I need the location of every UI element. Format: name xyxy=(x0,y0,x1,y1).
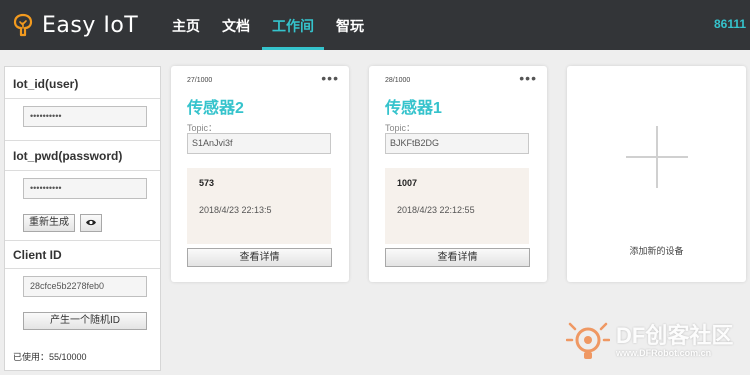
iot-id-label: Iot_id(user) xyxy=(13,77,79,91)
iot-id-field[interactable]: •••••••••• xyxy=(23,106,147,127)
device-card: 28/1000 ••• 传感器1 Topic： BJKFtB2DG 1007 2… xyxy=(369,66,547,282)
watermark-brand: DF创客社区 xyxy=(616,323,734,348)
iot-pwd-label: Iot_pwd(password) xyxy=(13,149,123,163)
watermark-url: www.DFRobot.com.cn xyxy=(616,348,712,358)
device-name: 传感器2 xyxy=(187,100,244,117)
main-nav: 主页 文档 工作间 智玩 xyxy=(172,0,386,50)
latest-data-panel: 573 2018/4/23 22:13:5 xyxy=(187,168,331,244)
message-count: 28/1000 xyxy=(385,77,411,84)
add-device-card[interactable]: 添加新的设备 xyxy=(567,66,746,282)
credentials-panel: Iot_id(user) •••••••••• Iot_pwd(password… xyxy=(4,66,161,371)
divider xyxy=(5,240,160,241)
generate-random-id-button[interactable]: 产生一个随机ID xyxy=(23,312,147,330)
nav-docs[interactable]: 文档 xyxy=(222,0,250,50)
usage-count: 已使用：55/10000 xyxy=(13,352,87,362)
latest-timestamp: 2018/4/23 22:13:5 xyxy=(199,205,272,215)
top-navbar: Easy IoT 主页 文档 工作间 智玩 86111 xyxy=(0,0,750,50)
divider xyxy=(5,268,160,269)
eye-icon xyxy=(85,219,97,230)
view-details-button[interactable]: 查看详情 xyxy=(385,248,530,267)
nav-home[interactable]: 主页 xyxy=(172,0,200,50)
latest-timestamp: 2018/4/23 22:12:55 xyxy=(397,205,475,215)
device-name: 传感器1 xyxy=(385,100,442,117)
device-card: 27/1000 ••• 传感器2 Topic： S1AnJvi3f 573 20… xyxy=(171,66,349,282)
add-device-label: 添加新的设备 xyxy=(629,246,684,256)
logo[interactable]: Easy IoT xyxy=(12,12,138,38)
topic-field[interactable]: S1AnJvi3f xyxy=(187,133,331,154)
nav-smart-play[interactable]: 智玩 xyxy=(336,0,364,50)
client-id-label: Client ID xyxy=(13,248,62,262)
phone-number[interactable]: 86111 xyxy=(714,17,746,31)
latest-data-panel: 1007 2018/4/23 22:12:55 xyxy=(385,168,529,244)
message-count: 27/1000 xyxy=(187,77,213,84)
plus-icon xyxy=(626,126,688,193)
latest-value: 573 xyxy=(199,178,215,188)
divider xyxy=(5,98,160,99)
show-password-button[interactable] xyxy=(80,214,102,232)
client-id-field[interactable]: 28cfce5b2278feb0 xyxy=(23,276,147,297)
watermark: DF创客社区 www.DFRobot.com.cn xyxy=(565,318,750,374)
dfrobot-logo-icon xyxy=(565,320,611,369)
logo-text: Easy IoT xyxy=(42,12,139,38)
cloud-tree-icon xyxy=(12,12,34,38)
view-details-button[interactable]: 查看详情 xyxy=(187,248,332,267)
latest-value: 1007 xyxy=(397,178,418,188)
divider xyxy=(5,170,160,171)
regenerate-button[interactable]: 重新生成 xyxy=(23,214,75,232)
divider xyxy=(5,140,160,141)
more-options-icon[interactable]: ••• xyxy=(519,70,537,86)
nav-workspace[interactable]: 工作间 xyxy=(262,0,324,50)
iot-pwd-field[interactable]: •••••••••• xyxy=(23,178,147,199)
more-options-icon[interactable]: ••• xyxy=(321,70,339,86)
topic-field[interactable]: BJKFtB2DG xyxy=(385,133,529,154)
